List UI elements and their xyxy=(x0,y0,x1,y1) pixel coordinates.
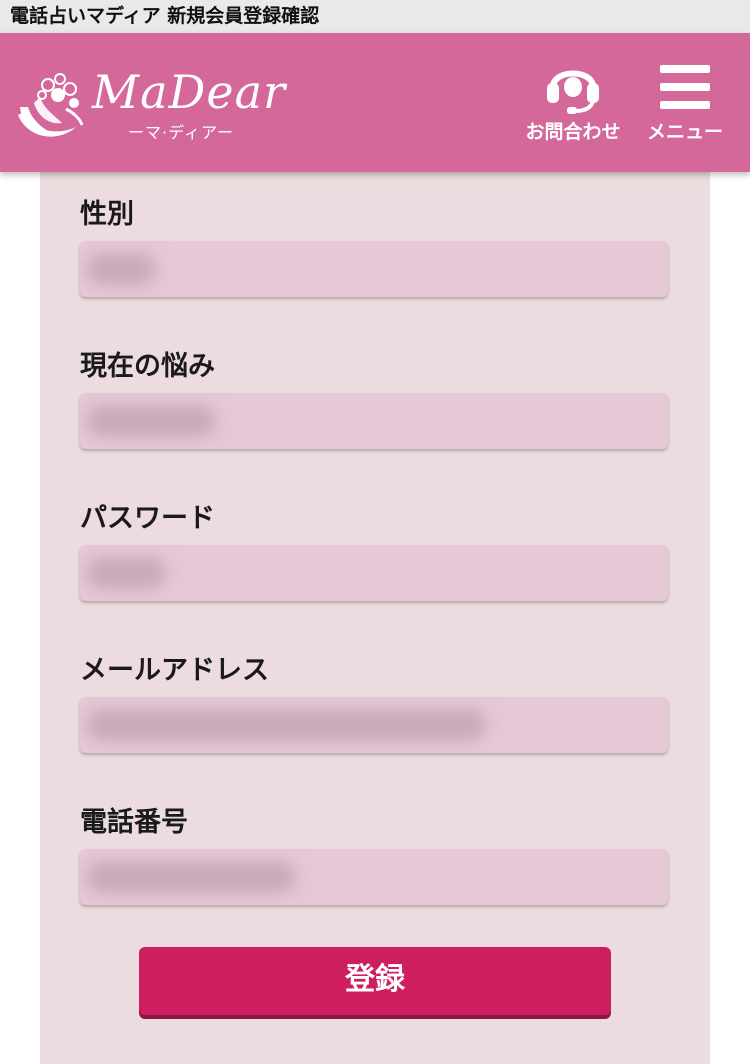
logo-wordmark: MaDear xyxy=(92,65,287,119)
registration-confirm-form: 性別 現在の悩み パスワード メールアドレス 電話番号 登録 xyxy=(40,172,710,1064)
register-button[interactable]: 登録 xyxy=(139,947,611,1015)
redacted-value xyxy=(86,405,216,437)
gender-field[interactable] xyxy=(80,241,668,297)
hamburger-menu-icon xyxy=(660,65,710,109)
redacted-value xyxy=(86,861,296,893)
contact-label: お問合わせ xyxy=(525,121,621,143)
phone-label: 電話番号 xyxy=(80,807,188,838)
redacted-value xyxy=(86,557,166,589)
site-logo[interactable]: MaDear ーマ·ディアー xyxy=(14,63,304,143)
concern-field[interactable] xyxy=(80,393,668,449)
logo-subtitle: ーマ·ディアー xyxy=(128,123,235,142)
browser-title-bar: 電話占いマディア 新規会員登録確認 xyxy=(0,0,750,33)
page-title: 電話占いマディア 新規会員登録確認 xyxy=(10,5,320,27)
concern-label: 現在の悩み xyxy=(80,351,215,382)
menu-button[interactable]: メニュー xyxy=(640,57,730,153)
page: 電話占いマディア 新規会員登録確認 MaDear ーマ·ディアー お問合わせ メ… xyxy=(0,0,750,1064)
headset-icon xyxy=(547,70,599,114)
email-label: メールアドレス xyxy=(80,655,269,686)
lotus-hand-logo-icon xyxy=(18,73,84,137)
email-field[interactable] xyxy=(80,697,668,753)
redacted-value xyxy=(86,709,486,741)
password-label: パスワード xyxy=(80,503,215,534)
contact-button[interactable]: お問合わせ xyxy=(518,57,628,153)
menu-label: メニュー xyxy=(646,121,723,143)
phone-field[interactable] xyxy=(80,849,668,905)
gender-label: 性別 xyxy=(80,199,134,230)
redacted-value xyxy=(86,253,156,285)
password-field[interactable] xyxy=(80,545,668,601)
site-header: MaDear ーマ·ディアー お問合わせ メニュー xyxy=(0,33,750,172)
